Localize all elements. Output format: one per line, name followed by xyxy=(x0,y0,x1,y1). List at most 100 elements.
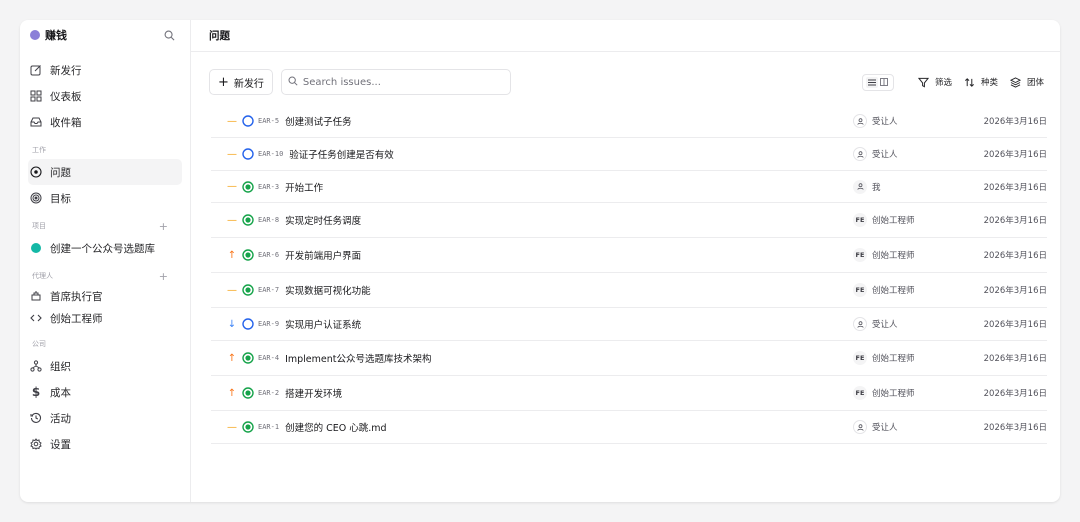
new-issue-button[interactable]: + 新发行 xyxy=(209,69,273,95)
priority-medium-icon[interactable]: — xyxy=(226,215,238,226)
issue-date: 2026年3月16日 xyxy=(983,389,1047,399)
issue-row[interactable]: — EAR-5 创建测试子任务 受让人 2026年3月16日 xyxy=(211,105,1047,138)
assignee[interactable]: 受让人 xyxy=(853,114,983,128)
sidebar-item-costs[interactable]: $ 成本 xyxy=(28,379,182,405)
sidebar-item-new-issue[interactable]: 新发行 xyxy=(28,57,182,83)
user-icon xyxy=(853,420,867,434)
priority-high-icon[interactable]: ↑ xyxy=(226,353,238,364)
sidebar-item-ceo[interactable]: 首席执行官 xyxy=(28,285,182,307)
assignee[interactable]: FE 创始工程师 xyxy=(853,248,983,262)
project-color-dot xyxy=(30,242,42,254)
search-input[interactable] xyxy=(302,76,493,88)
search-icon[interactable] xyxy=(162,28,176,42)
issues-icon xyxy=(30,166,42,178)
issue-title[interactable]: 搭建开发环境 xyxy=(285,386,853,400)
issue-row[interactable]: ↑ EAR-4 Implement公众号选题库技术架构 FE 创始工程师 2026年3月1… xyxy=(211,341,1047,376)
assignee[interactable]: FE 创始工程师 xyxy=(853,386,983,400)
assignee[interactable]: FE 创始工程师 xyxy=(853,283,983,297)
workspace-switcher[interactable]: 赚钱 xyxy=(28,27,182,43)
assignee[interactable]: 我 xyxy=(853,179,983,194)
agent-avatar: FE xyxy=(853,248,867,262)
sidebar-item-org[interactable]: 组织 xyxy=(28,353,182,379)
sidebar-item-project[interactable]: 创建一个公众号选题库 xyxy=(28,235,182,261)
issue-row[interactable]: — EAR-10 验证子任务创建是否有效 受让人 2026年3月16日 xyxy=(211,138,1047,171)
sidebar-item-label: 活动 xyxy=(50,412,71,425)
assignee[interactable]: 受让人 xyxy=(853,147,983,161)
issue-row[interactable]: ↑ EAR-6 开发前端用户界面 FE 创始工程师 2026年3月16日 xyxy=(211,238,1047,273)
issue-title[interactable]: 开发前端用户界面 xyxy=(285,248,853,262)
issue-title[interactable]: 创建测试子任务 xyxy=(285,114,853,128)
assignee-name: 创始工程师 xyxy=(872,286,915,296)
issue-row[interactable]: ↑ EAR-2 搭建开发环境 FE 创始工程师 2026年3月16日 xyxy=(211,376,1047,411)
issue-row[interactable]: ↓ EAR-9 实现用户认证系统 受让人 2026年3月16日 xyxy=(211,308,1047,341)
status-todo-icon[interactable] xyxy=(242,115,254,127)
status-todo-icon[interactable] xyxy=(242,318,254,330)
agent-avatar: FE xyxy=(853,213,867,227)
issue-title[interactable]: 实现数据可视化功能 xyxy=(285,283,853,297)
target-icon xyxy=(30,192,42,204)
issue-title[interactable]: 验证子任务创建是否有效 xyxy=(289,147,853,161)
issue-id: EAR-6 xyxy=(258,251,280,259)
assignee[interactable]: 受让人 xyxy=(853,420,983,434)
group-button[interactable]: 团体 xyxy=(1009,76,1044,88)
sidebar-item-inbox[interactable]: 收件箱 xyxy=(28,109,182,135)
issue-title[interactable]: 实现用户认证系统 xyxy=(285,317,853,331)
issue-id: EAR-2 xyxy=(258,389,280,397)
issue-date: 2026年3月16日 xyxy=(983,216,1047,226)
priority-medium-icon[interactable]: — xyxy=(226,116,238,127)
sidebar-item-settings[interactable]: 设置 xyxy=(28,431,182,457)
assignee[interactable]: 受让人 xyxy=(853,317,983,331)
add-agent-button[interactable]: + xyxy=(159,270,168,283)
sidebar-item-issues[interactable]: 问题 xyxy=(28,159,182,185)
status-in-progress-icon[interactable] xyxy=(242,387,254,399)
sidebar-item-label: 收件箱 xyxy=(50,116,82,129)
sidebar-item-founding-engineer[interactable]: 创始工程师 xyxy=(28,307,182,329)
status-in-progress-icon[interactable] xyxy=(242,421,254,433)
priority-medium-icon[interactable]: — xyxy=(226,285,238,296)
priority-medium-icon[interactable]: — xyxy=(226,422,238,433)
issue-row[interactable]: — EAR-1 创建您的 CEO 心跳.md 受让人 2026年3月16日 xyxy=(211,411,1047,444)
inbox-icon xyxy=(30,116,42,128)
search-icon xyxy=(288,76,298,89)
issue-id: EAR-9 xyxy=(258,320,280,328)
sidebar-item-goals[interactable]: 目标 xyxy=(28,185,182,211)
assignee-name: 受让人 xyxy=(872,117,898,127)
issue-row[interactable]: — EAR-8 实现定时任务调度 FE 创始工程师 2026年3月16日 xyxy=(211,203,1047,238)
assignee-name: 受让人 xyxy=(872,423,898,433)
assignee[interactable]: FE 创始工程师 xyxy=(853,351,983,365)
priority-high-icon[interactable]: ↑ xyxy=(226,388,238,399)
issue-date: 2026年3月16日 xyxy=(983,150,1047,160)
issue-row[interactable]: — EAR-3 开始工作 我 2026年3月16日 xyxy=(211,171,1047,203)
status-in-progress-icon[interactable] xyxy=(242,284,254,296)
assignee-name: 创始工程师 xyxy=(872,354,915,364)
sidebar-item-activity[interactable]: 活动 xyxy=(28,405,182,431)
issue-id: EAR-7 xyxy=(258,286,280,294)
status-todo-icon[interactable] xyxy=(242,148,254,160)
board-view-icon[interactable] xyxy=(878,77,890,88)
priority-medium-icon[interactable]: — xyxy=(226,149,238,160)
issue-date: 2026年3月16日 xyxy=(983,251,1047,261)
issue-title[interactable]: Implement公众号选题库技术架构 xyxy=(285,351,853,365)
assignee[interactable]: FE 创始工程师 xyxy=(853,213,983,227)
filter-button[interactable]: 筛选 xyxy=(917,76,952,88)
section-company: 公司 xyxy=(28,335,182,353)
sort-button[interactable]: 种类 xyxy=(964,76,998,88)
status-in-progress-icon[interactable] xyxy=(242,214,254,226)
priority-high-icon[interactable]: ↑ xyxy=(226,250,238,261)
status-in-progress-icon[interactable] xyxy=(242,180,254,193)
issue-title[interactable]: 创建您的 CEO 心跳.md xyxy=(285,420,853,434)
priority-low-icon[interactable]: ↓ xyxy=(226,319,238,330)
issue-row[interactable]: — EAR-7 实现数据可视化功能 FE 创始工程师 2026年3月16日 xyxy=(211,273,1047,308)
sidebar-item-label: 目标 xyxy=(50,192,71,205)
page-title: 问题 xyxy=(191,20,1060,52)
issue-id: EAR-10 xyxy=(258,150,284,158)
priority-medium-icon[interactable]: — xyxy=(226,181,238,192)
status-in-progress-icon[interactable] xyxy=(242,249,254,261)
list-view-icon[interactable] xyxy=(865,76,878,88)
sidebar-item-dashboard[interactable]: 仪表板 xyxy=(28,83,182,109)
issue-title[interactable]: 实现定时任务调度 xyxy=(285,213,853,227)
add-project-button[interactable]: + xyxy=(159,220,168,233)
status-in-progress-icon[interactable] xyxy=(242,352,254,364)
search-box[interactable] xyxy=(280,69,511,95)
issue-title[interactable]: 开始工作 xyxy=(285,180,853,194)
